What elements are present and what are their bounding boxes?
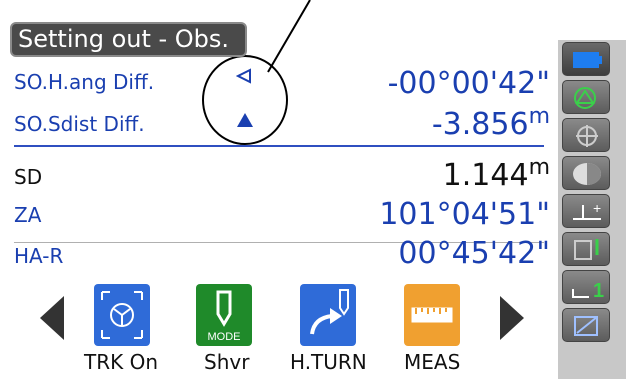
height-plus-button[interactable]: + — [562, 194, 610, 228]
svg-text:1: 1 — [593, 280, 604, 302]
display-target-button[interactable] — [562, 232, 610, 266]
page-left-arrow-icon[interactable] — [40, 296, 64, 340]
height-plus-icon: + — [573, 200, 601, 220]
page-title: Setting out - Obs. — [10, 22, 247, 57]
so-hang-diff-value: -00°00'42" — [387, 66, 550, 101]
setting-out-screen: Setting out - Obs. SO.H.ang Diff. -00°00… — [0, 0, 626, 379]
page-right-arrow-icon[interactable] — [500, 296, 524, 340]
softkey-meas[interactable] — [404, 284, 460, 346]
softkey-trk-on[interactable] — [94, 284, 150, 346]
softkey-shvr[interactable]: MODE — [196, 284, 252, 346]
battery-icon — [573, 52, 602, 68]
ha-r-label: HA-R — [14, 244, 64, 268]
crosshair-button[interactable] — [562, 118, 610, 152]
display-target-icon — [574, 239, 599, 260]
za-label: ZA — [14, 203, 42, 227]
sd-value: 1.144m — [442, 155, 550, 194]
svg-text:+: + — [593, 200, 601, 216]
edit-icon — [574, 316, 598, 336]
ruler-icon — [411, 307, 453, 323]
left-triangle-indicator-icon — [236, 68, 251, 84]
softkey-shvr-label: Shvr — [204, 350, 250, 374]
mode-1-button[interactable]: 1 — [562, 270, 610, 304]
sd-label: SD — [14, 165, 43, 189]
crosshair-icon — [576, 125, 598, 147]
prism-target-button[interactable] — [562, 80, 610, 114]
h-turn-icon — [310, 289, 349, 335]
edit-button[interactable] — [562, 308, 610, 342]
za-value: 101°04'51" — [379, 197, 550, 232]
softkey-meas-label: MEAS — [404, 350, 461, 374]
so-hang-diff-label: SO.H.ang Diff. — [14, 70, 155, 94]
ha-r-value: 00°45'42" — [398, 236, 550, 271]
softkey-trk-on-label: TRK On — [84, 350, 159, 374]
half-circle-icon — [573, 163, 601, 185]
so-sdist-diff-value: -3.856m — [431, 104, 550, 143]
up-triangle-indicator-icon — [237, 113, 253, 127]
svg-text:MODE: MODE — [208, 331, 241, 343]
mode-icon: MODE — [208, 290, 241, 343]
softkey-h-turn[interactable] — [300, 284, 356, 346]
so-sdist-diff-label: SO.Sdist Diff. — [14, 112, 145, 136]
battery-button[interactable] — [562, 42, 610, 76]
half-circle-button[interactable] — [562, 156, 610, 190]
divider — [14, 145, 544, 147]
mode-1-icon: 1 — [572, 280, 604, 302]
softkey-h-turn-label: H.TURN — [290, 350, 367, 374]
tracking-icon — [101, 291, 143, 339]
prism-target-icon — [574, 87, 596, 109]
